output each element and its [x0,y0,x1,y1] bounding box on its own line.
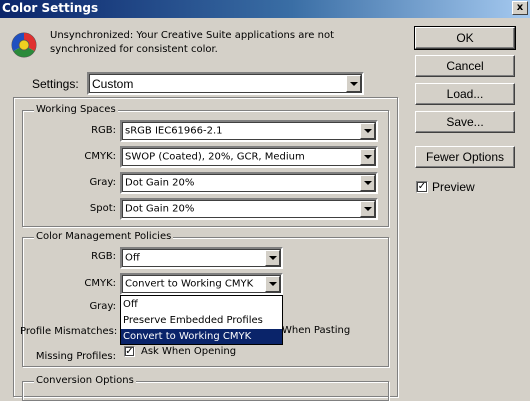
ask-when-opening-label: Ask When Opening [141,346,237,357]
checkmark-icon: ✓ [417,181,427,192]
ws-rgb-label: RGB: [91,125,116,136]
chevron-down-icon[interactable] [360,201,375,217]
profile-mismatches-label: Profile Mismatches: [20,326,118,337]
pol-cmyk-select[interactable]: Convert to Working CMYK [120,273,283,295]
pol-cmyk-value: Convert to Working CMYK [125,278,254,290]
pol-rgb-value: Off [125,252,140,264]
chevron-down-icon[interactable] [265,250,280,266]
option-off[interactable]: Off [121,297,282,312]
checkmark-icon: ✓ [125,346,134,357]
ws-spot-value: Dot Gain 20% [125,203,195,215]
chevron-down-icon[interactable] [360,149,375,165]
ws-spot-label: Spot: [89,203,116,214]
ws-gray-value: Dot Gain 20% [125,177,195,189]
cancel-button[interactable]: Cancel [415,55,515,77]
policies-title: Color Management Policies [34,231,174,242]
pol-gray-label: Gray: [89,301,116,312]
preview-label: Preview [432,180,475,194]
window-title: Color Settings [2,1,99,15]
pol-rgb-select[interactable]: Off [120,247,283,269]
missing-profiles-label: Missing Profiles: [35,351,116,362]
ws-rgb-value: sRGB IEC61966-2.1 [125,125,223,137]
title-bar[interactable]: Color Settings x [0,0,530,18]
ask-when-opening-checkbox[interactable]: ✓ [124,346,135,357]
fewer-options-button[interactable]: Fewer Options [415,146,515,168]
ws-cmyk-label: CMYK: [84,151,116,162]
pol-rgb-label: RGB: [91,251,116,262]
sync-notice-line1: Unsynchronized: Your Creative Suite appl… [50,30,335,41]
ws-spot-select[interactable]: Dot Gain 20% [120,198,378,220]
chevron-down-icon[interactable] [360,175,375,191]
ok-button[interactable]: OK [414,26,516,50]
settings-value: Custom [92,76,134,91]
chevron-down-icon[interactable] [346,75,361,92]
ws-cmyk-select[interactable]: SWOP (Coated), 20%, GCR, Medium [120,146,378,168]
chevron-down-icon[interactable] [360,123,375,139]
ws-rgb-select[interactable]: sRGB IEC61966-2.1 [120,120,378,142]
conversion-options-title: Conversion Options [34,375,136,386]
close-button[interactable]: x [512,1,528,15]
option-convert-to-working-cmyk[interactable]: Convert to Working CMYK [121,329,282,344]
ws-gray-select[interactable]: Dot Gain 20% [120,172,378,194]
color-sync-warning-icon [10,31,38,59]
chevron-down-icon[interactable] [265,276,280,292]
pol-cmyk-label: CMYK: [84,278,116,289]
settings-select[interactable]: Custom [87,72,364,95]
save-button[interactable]: Save... [415,111,515,133]
cmyk-policy-dropdown-list[interactable]: Off Preserve Embedded Profiles Convert t… [120,295,283,345]
working-spaces-title: Working Spaces [34,104,118,115]
preview-checkbox[interactable]: ✓ [416,181,428,193]
ws-gray-label: Gray: [89,177,116,188]
ws-cmyk-value: SWOP (Coated), 20%, GCR, Medium [125,151,305,163]
settings-label: Settings: [32,77,79,91]
ask-when-pasting-label: When Pasting [282,325,351,336]
option-preserve-embedded-profiles[interactable]: Preserve Embedded Profiles [121,313,282,328]
load-button[interactable]: Load... [415,83,515,105]
sync-notice-line2: synchronized for consistent color. [50,44,218,55]
